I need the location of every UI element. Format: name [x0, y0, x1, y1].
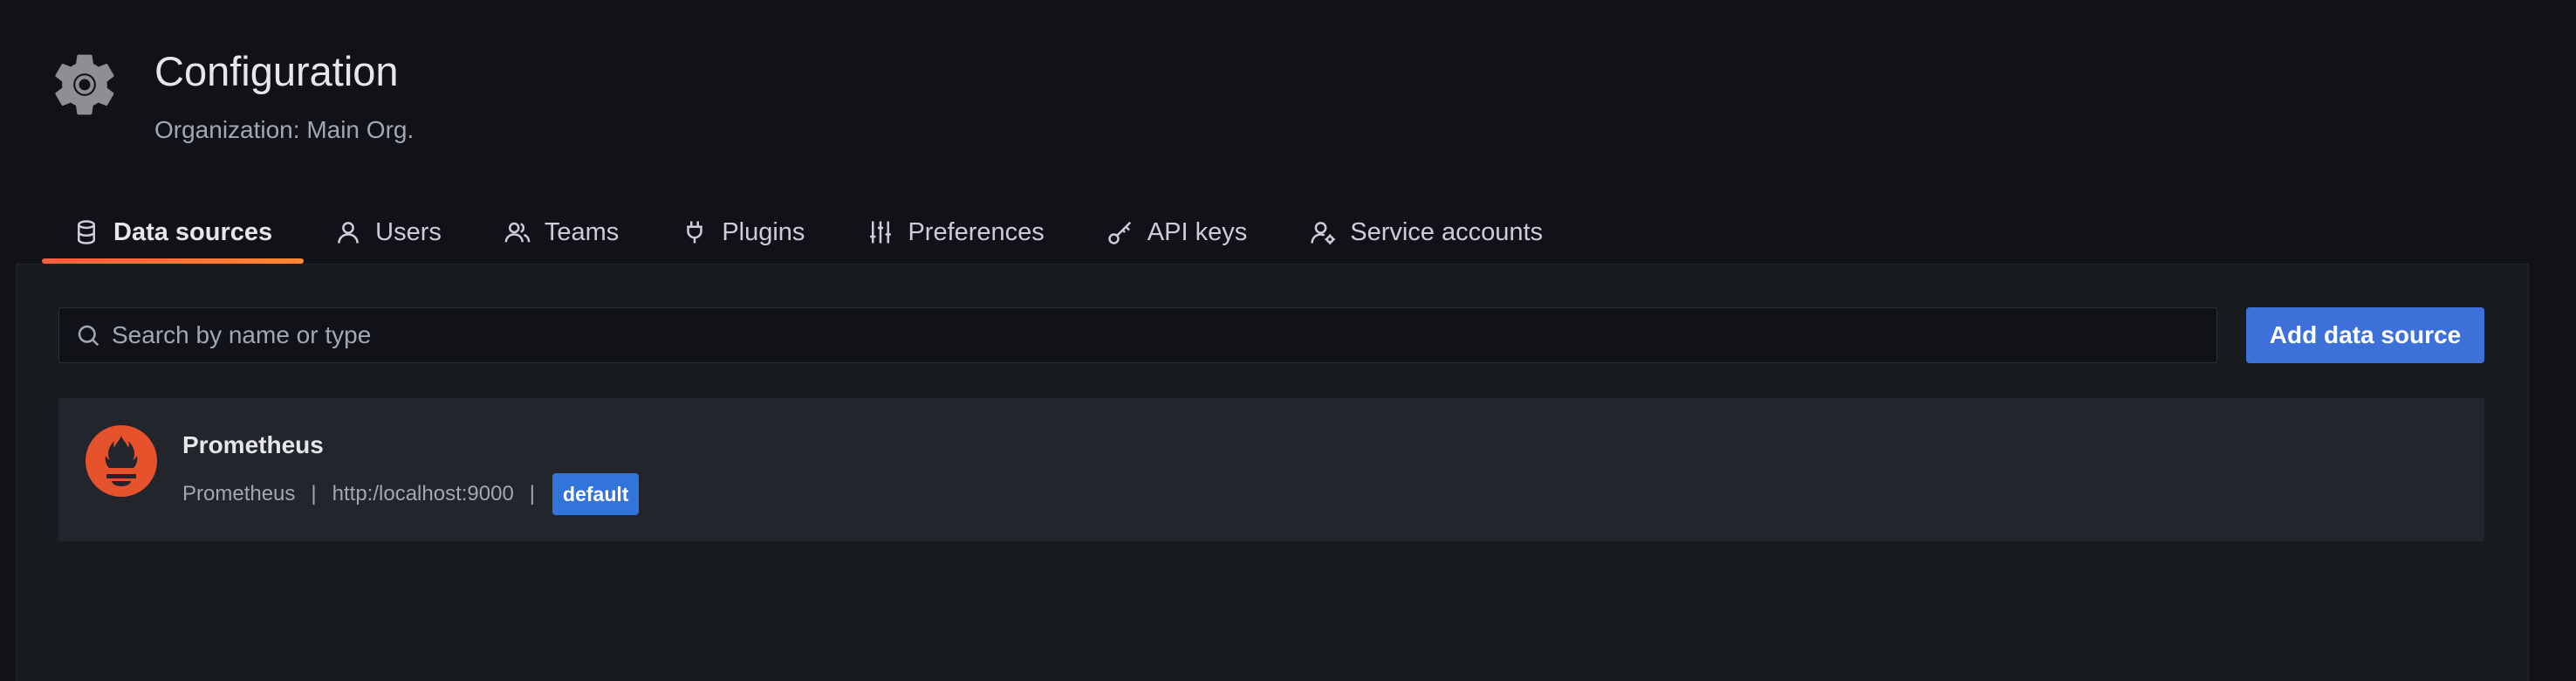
tab-label: Plugins — [722, 217, 805, 246]
page-subtitle: Organization: Main Org. — [154, 116, 414, 143]
page-title: Configuration — [154, 48, 399, 94]
configuration-page: Configuration Organization: Main Org. Da… — [0, 0, 2576, 681]
plug-icon — [682, 219, 708, 245]
users-icon — [504, 219, 531, 245]
datasource-type: Prometheus — [182, 482, 296, 506]
tab-label: Data sources — [113, 217, 273, 246]
search-field[interactable] — [58, 307, 2217, 363]
tab-teams[interactable]: Teams — [473, 201, 650, 264]
data-sources-panel: Add data source Prometheus Prometheus | … — [16, 264, 2529, 681]
add-data-source-button[interactable]: Add data source — [2246, 307, 2484, 363]
datasource-meta: Prometheus | http:/localhost:9000 | defa… — [182, 473, 640, 515]
datasource-url: http:/localhost:9000 — [332, 482, 514, 506]
tab-api-keys[interactable]: API keys — [1076, 201, 1278, 264]
tab-plugins[interactable]: Plugins — [650, 201, 836, 264]
tab-label: API keys — [1147, 217, 1248, 246]
tab-users[interactable]: Users — [304, 201, 473, 264]
separator: | — [311, 482, 317, 506]
user-icon — [335, 219, 361, 245]
user-cog-icon — [1310, 219, 1336, 245]
default-badge: default — [552, 473, 640, 515]
database-icon — [73, 219, 99, 245]
tab-service-accounts[interactable]: Service accounts — [1278, 201, 1574, 264]
search-icon — [75, 322, 101, 348]
tab-bar: Data sources Users Teams Plugins Prefere… — [42, 201, 1574, 264]
tab-label: Users — [375, 217, 442, 246]
prometheus-logo — [86, 425, 157, 497]
key-icon — [1107, 219, 1134, 245]
gear-icon — [47, 47, 122, 122]
sliders-icon — [867, 219, 894, 245]
search-input[interactable] — [112, 309, 2216, 361]
separator: | — [529, 482, 536, 506]
tab-data-sources[interactable]: Data sources — [42, 201, 305, 264]
tab-label: Service accounts — [1350, 217, 1544, 246]
tab-preferences[interactable]: Preferences — [836, 201, 1075, 264]
datasource-card-prometheus[interactable]: Prometheus Prometheus | http:/localhost:… — [58, 398, 2484, 541]
tab-label: Teams — [544, 217, 620, 246]
tab-label: Preferences — [908, 217, 1045, 246]
datasource-name: Prometheus — [182, 431, 324, 458]
